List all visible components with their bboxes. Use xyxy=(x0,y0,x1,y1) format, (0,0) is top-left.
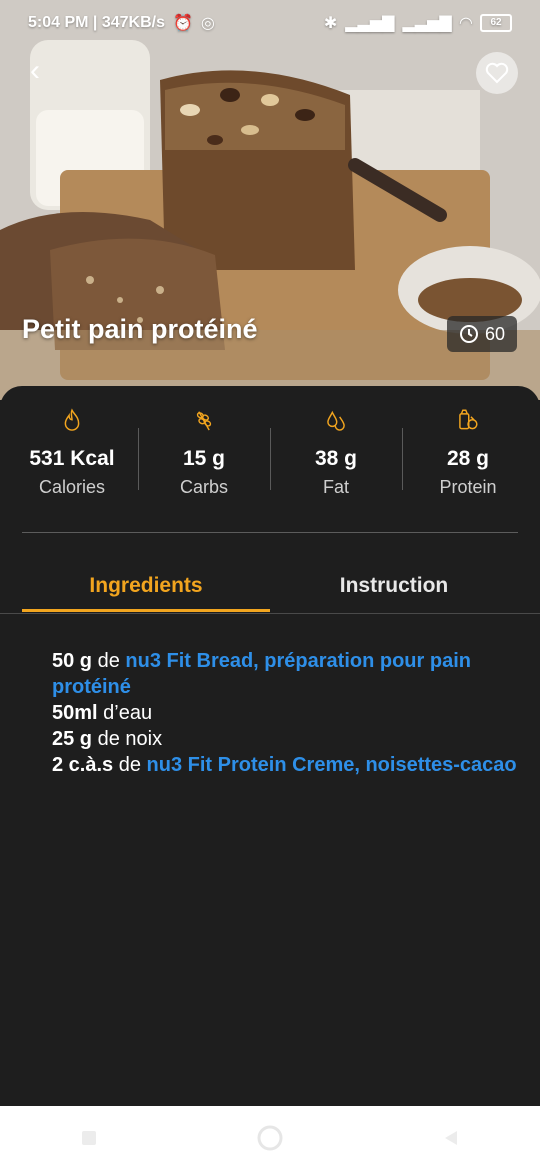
macro-label: Calories xyxy=(38,477,106,497)
signal-icon-2: ▂▃▅▇ xyxy=(402,15,452,32)
favorite-button[interactable] xyxy=(476,52,518,94)
content-panel: 531 Kcal Calories 15 g Carbs 38 g Fat 28… xyxy=(0,386,540,1106)
list-item: 2 c.à.s de nu3 Fit Protein Creme, noiset… xyxy=(52,752,522,778)
protein-food-icon xyxy=(459,409,478,430)
list-item: 50 g de nu3 Fit Bread, préparation pour … xyxy=(52,648,522,700)
battery-icon: 62 xyxy=(480,14,512,32)
ingredient-text: de noix xyxy=(92,728,163,750)
list-item: 50ml d’eau xyxy=(52,700,522,726)
macro-calories: 531 Kcal Calories xyxy=(6,408,138,498)
macro-value: 28 g xyxy=(446,447,490,470)
recipe-tabs: Ingredients Instruction xyxy=(22,562,518,612)
macro-summary: 531 Kcal Calories 15 g Carbs 38 g Fat 28… xyxy=(6,408,534,498)
cook-time-badge: 60 xyxy=(447,316,518,352)
chevron-left-icon: ‹ xyxy=(30,54,40,87)
back-button[interactable]: ‹ xyxy=(18,54,52,88)
section-divider xyxy=(22,532,518,533)
ingredient-text: d’eau xyxy=(97,702,153,724)
macro-label: Carbs xyxy=(179,477,228,497)
signal-icon: ▂▃▅▇ xyxy=(345,15,395,32)
wifi-icon: ◠ xyxy=(459,15,472,32)
recents-button[interactable] xyxy=(79,1128,99,1148)
heart-icon xyxy=(485,62,509,84)
ingredient-quantity: 50ml xyxy=(52,702,98,724)
alarm-icon: ⏰ xyxy=(172,15,193,32)
list-item: 25 g de noix xyxy=(52,726,522,752)
macro-carbs: 15 g Carbs xyxy=(138,408,270,498)
macro-label: Protein xyxy=(439,477,497,497)
ingredient-quantity: 2 c.à.s xyxy=(52,754,114,776)
tab-ingredients[interactable]: Ingredients xyxy=(22,562,270,612)
flame-icon xyxy=(64,408,80,431)
macro-protein: 28 g Protein xyxy=(402,408,534,498)
ingredient-quantity: 50 g xyxy=(52,650,93,672)
clock-icon xyxy=(460,325,478,343)
droplets-icon xyxy=(327,410,345,431)
recipe-title: Petit pain protéiné xyxy=(22,314,258,344)
ingredient-product-link[interactable]: nu3 Fit Protein Creme, noisettes-cacao xyxy=(147,754,517,776)
macro-value: 15 g xyxy=(182,447,226,470)
macro-value: 38 g xyxy=(314,447,358,470)
tab-underline xyxy=(0,613,540,614)
ingredient-text: de xyxy=(113,754,147,776)
ingredient-list: 50 g de nu3 Fit Bread, préparation pour … xyxy=(52,648,522,778)
home-button[interactable] xyxy=(257,1125,283,1151)
macro-fat: 38 g Fat xyxy=(270,408,402,498)
status-bar: 5:04 PM | 347KB/s ⏰ ◎ ✱ ▂▃▅▇ ▂▃▅▇ ◠ 62 xyxy=(0,0,540,46)
status-time: 5:04 PM | 347KB/s xyxy=(28,14,165,31)
macro-value: 531 Kcal xyxy=(29,447,115,470)
macro-label: Fat xyxy=(322,477,349,497)
system-nav-bar xyxy=(0,1106,540,1170)
wheat-icon xyxy=(196,411,212,431)
bluetooth-icon: ✱ xyxy=(323,15,338,32)
back-nav-button[interactable] xyxy=(441,1128,461,1148)
whatsapp-icon: ◎ xyxy=(200,15,215,32)
tab-instruction[interactable]: Instruction xyxy=(270,562,518,612)
ingredient-quantity: 25 g xyxy=(52,728,93,750)
ingredient-text: de xyxy=(92,650,126,672)
cook-time-value: 60 xyxy=(485,323,506,344)
